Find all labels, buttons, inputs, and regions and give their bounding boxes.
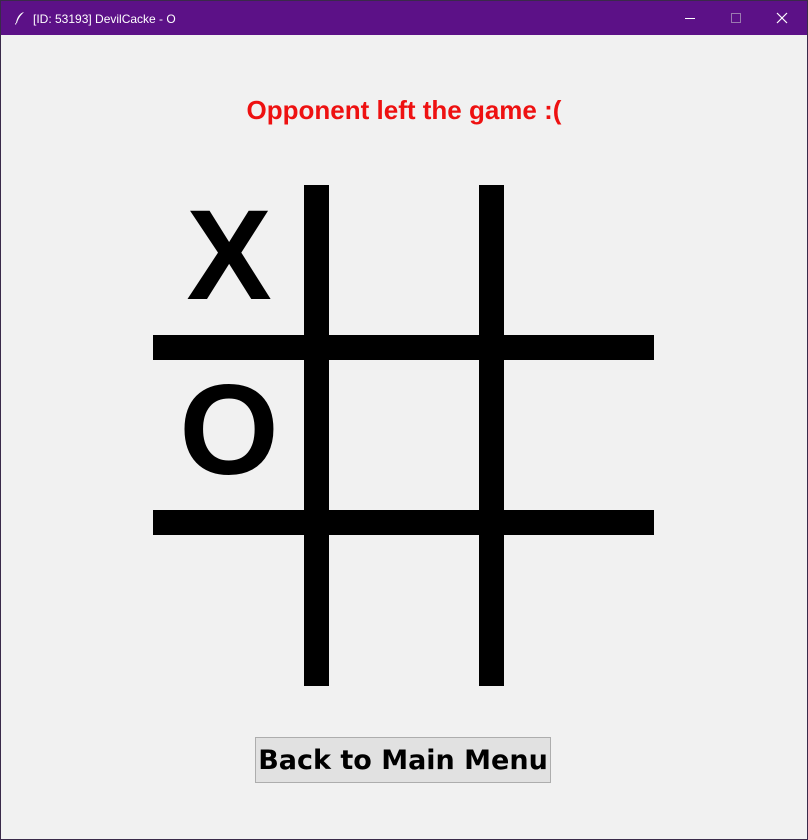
- back-to-main-menu-button[interactable]: Back to Main Menu: [255, 737, 551, 783]
- grid-line-horizontal-1: [153, 335, 654, 360]
- board-cell-4[interactable]: O: [153, 360, 303, 510]
- maximize-icon: [731, 13, 741, 23]
- board-cell-6[interactable]: [504, 360, 654, 510]
- tic-tac-toe-board: X O: [153, 185, 654, 686]
- board-cell-8[interactable]: [329, 535, 479, 685]
- game-area: Opponent left the game :( X O Back to Ma…: [1, 35, 807, 839]
- close-button[interactable]: [759, 1, 805, 35]
- grid-line-vertical-1: [304, 185, 329, 686]
- status-message: Opponent left the game :(: [246, 95, 562, 125]
- minimize-icon: [685, 18, 695, 19]
- window-title: [ID: 53193] DevilCacke - O: [33, 12, 176, 26]
- title-bar[interactable]: [ID: 53193] DevilCacke - O: [1, 1, 807, 35]
- cell-mark: O: [179, 359, 279, 502]
- cell-mark: X: [186, 184, 272, 327]
- board-cell-3[interactable]: [504, 185, 654, 335]
- board-cell-2[interactable]: [329, 185, 479, 335]
- board-cell-5[interactable]: [329, 360, 479, 510]
- close-icon: [776, 12, 788, 24]
- grid-line-vertical-2: [479, 185, 504, 686]
- board-cell-9[interactable]: [504, 535, 654, 685]
- maximize-button[interactable]: [713, 1, 759, 35]
- board-cell-1[interactable]: X: [153, 185, 303, 335]
- board-cell-7[interactable]: [153, 535, 303, 685]
- minimize-button[interactable]: [667, 1, 713, 35]
- grid-line-horizontal-2: [153, 510, 654, 535]
- app-window: [ID: 53193] DevilCacke - O Opponent left…: [0, 0, 808, 840]
- feather-icon: [15, 12, 24, 25]
